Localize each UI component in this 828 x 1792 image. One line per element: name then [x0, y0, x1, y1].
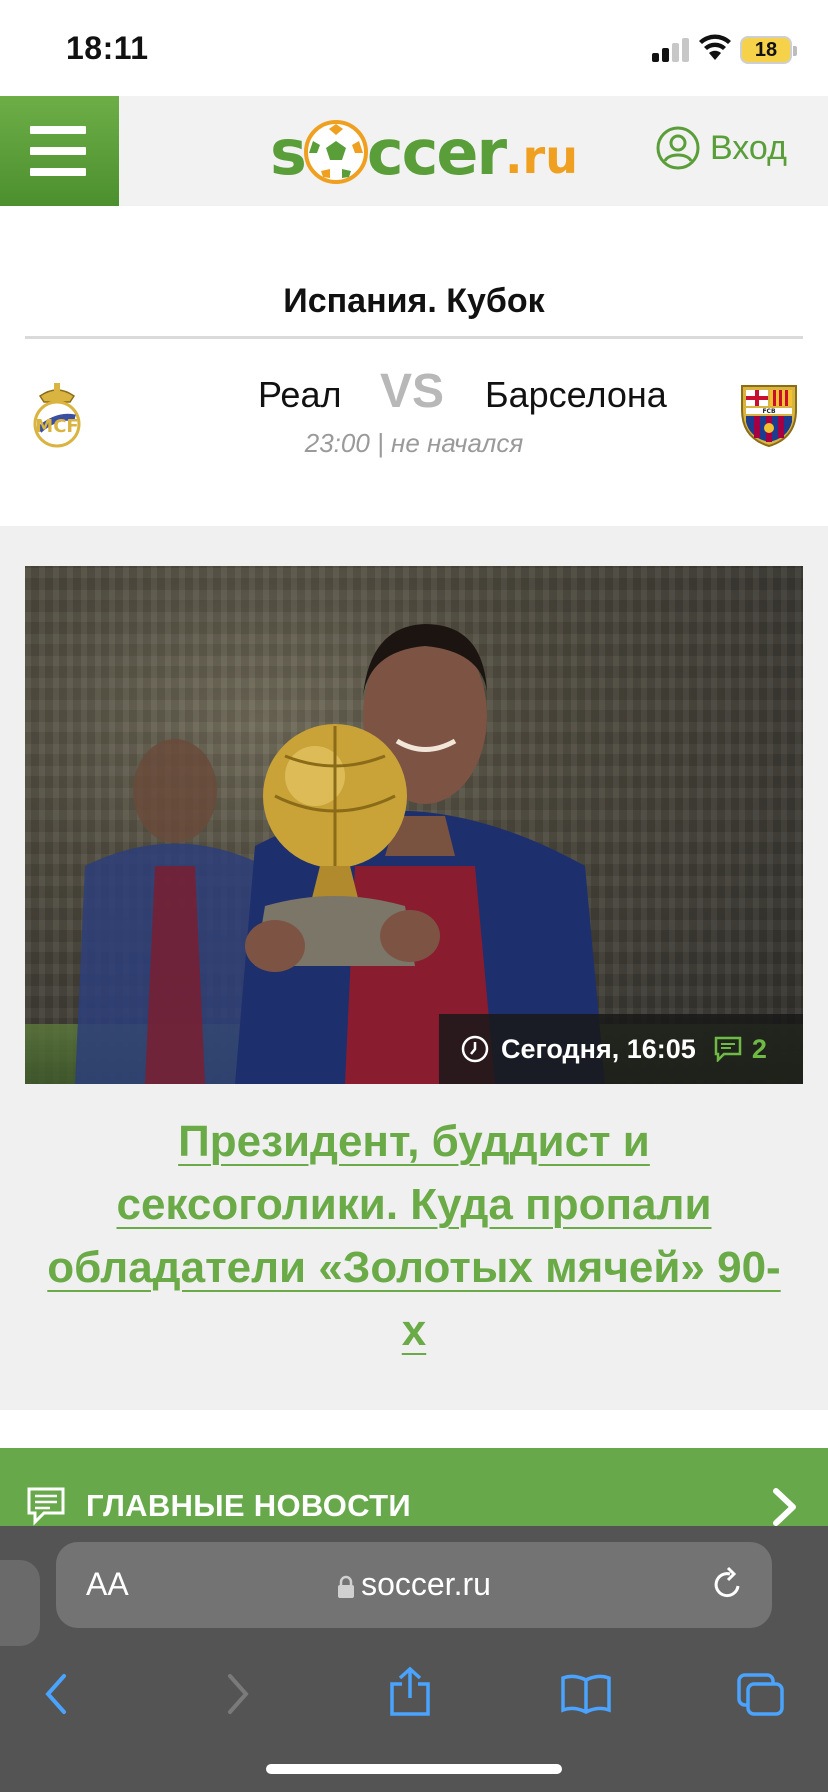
clock-icon: [461, 1035, 489, 1063]
back-icon[interactable]: [42, 1672, 72, 1716]
site-logo[interactable]: s ccer .ru: [270, 112, 578, 192]
battery-icon: 18: [740, 36, 797, 64]
vs-label: VS: [380, 365, 445, 418]
battery-level: 18: [754, 39, 778, 61]
status-bar: 18:11 18: [0, 0, 828, 96]
login-button[interactable]: Вход: [656, 126, 787, 170]
article-photo[interactable]: Сегодня, 16:05 2: [25, 566, 803, 1084]
address-bar[interactable]: AA soccer.ru: [56, 1542, 772, 1628]
tournament-title: Испания. Кубок: [283, 282, 545, 320]
logo-text: ccer: [366, 115, 507, 189]
safari-toolbar: [0, 1652, 828, 1742]
home-team-name: Реал: [258, 374, 342, 415]
cellular-signal-icon: [652, 38, 690, 62]
away-team-name: Барселона: [485, 374, 667, 415]
previous-tab-preview[interactable]: [0, 1560, 40, 1646]
lock-icon: [338, 1575, 355, 1598]
soccer-ball-icon: [303, 120, 368, 184]
article-headline-text[interactable]: Президент, буддист и сексоголики. Куда п…: [47, 1117, 780, 1355]
forward-icon[interactable]: [222, 1672, 252, 1716]
article-meta: Сегодня, 16:05 2: [439, 1014, 803, 1084]
news-document-icon: [27, 1487, 65, 1526]
home-indicator: [266, 1764, 562, 1774]
browser-toolbar: AA soccer.ru: [0, 1526, 828, 1792]
login-label: Вход: [710, 128, 787, 167]
chevron-right-icon[interactable]: [772, 1488, 798, 1526]
reload-icon[interactable]: [710, 1564, 746, 1604]
menu-button[interactable]: [0, 96, 119, 206]
match-status: 23:00 | не начался: [304, 428, 524, 458]
comments-link[interactable]: 2: [714, 1034, 767, 1065]
divider: [25, 336, 803, 339]
site-header: s ccer .ru Вход: [0, 96, 828, 206]
url-display[interactable]: soccer.ru: [56, 1566, 772, 1603]
featured-article[interactable]: Сегодня, 16:05 2 Президент, буддист и се…: [0, 526, 828, 1410]
article-date: Сегодня, 16:05: [501, 1033, 696, 1064]
article-headline[interactable]: Президент, буддист и сексоголики. Куда п…: [40, 1110, 788, 1362]
logo-s: s: [270, 115, 307, 189]
main-news-label: ГЛАВНЫЕ НОВОСТИ: [86, 1488, 411, 1523]
user-icon: [656, 126, 700, 170]
bookmarks-icon[interactable]: [560, 1672, 612, 1716]
logo-ru: .ru: [505, 130, 578, 184]
comment-icon: [714, 1036, 742, 1062]
match-widget[interactable]: Испания. Кубок MCF Реал VS Барселона FCB…: [0, 206, 828, 526]
url-text: soccer.ru: [361, 1566, 491, 1602]
share-icon[interactable]: [388, 1666, 432, 1718]
wifi-icon: [699, 34, 731, 60]
status-time: 18:11: [66, 30, 149, 66]
tabs-icon[interactable]: [736, 1672, 786, 1718]
photo-figure: [75, 624, 605, 1084]
comments-count: 2: [751, 1033, 767, 1064]
svg-text:FCB: FCB: [762, 408, 776, 415]
